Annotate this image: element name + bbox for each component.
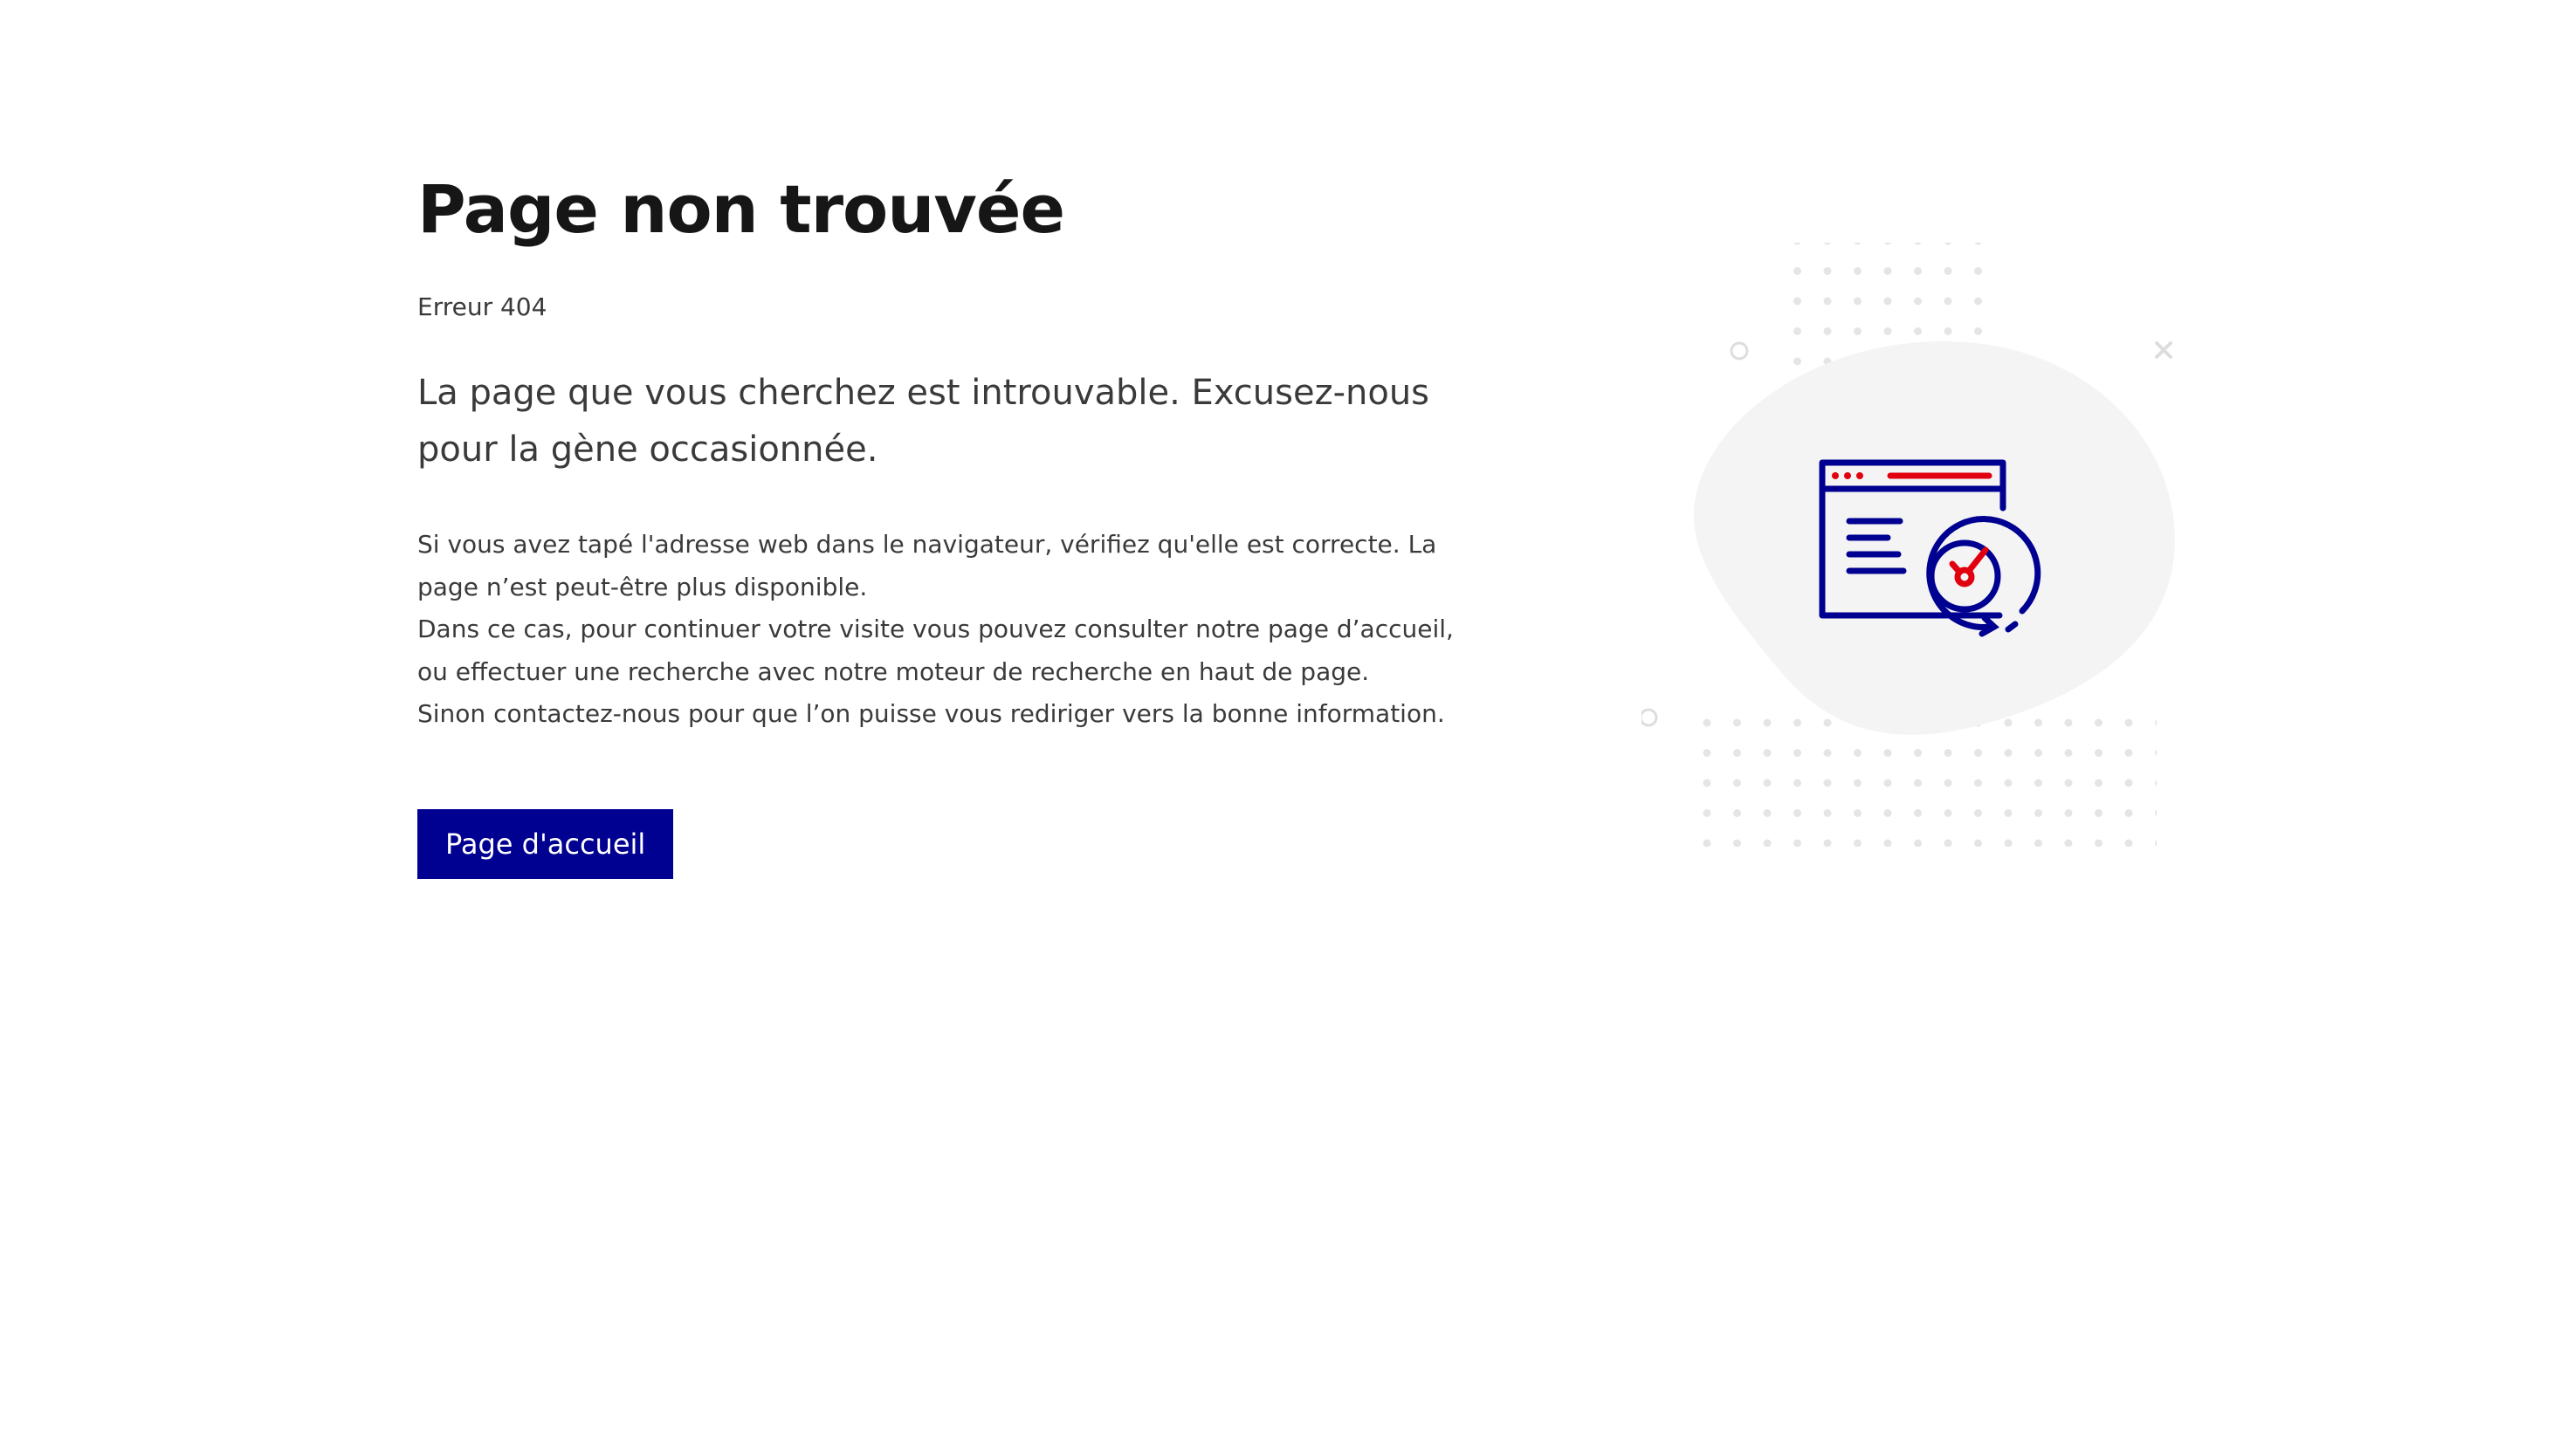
technical-error-illustration [1641, 236, 2200, 864]
body-text: Si vous avez tapé l'adresse web dans le … [417, 524, 1474, 736]
decor-circle [1730, 341, 1749, 361]
technical-error-icon [1641, 243, 2175, 847]
lead-text: La page que vous cherchez est introuvabl… [417, 373, 1430, 470]
decor-circle [1641, 708, 1658, 727]
page-title: Page non trouvée [417, 170, 1065, 248]
body-line: Si vous avez tapé l'adresse web dans le … [417, 530, 1437, 601]
browser-dots-icon [1832, 472, 1863, 479]
body-line: Sinon contactez-nous pour que l’on puiss… [417, 699, 1445, 728]
error-code: Erreur 404 [417, 292, 547, 321]
body-line: Dans ce cas, pour continuer votre visite… [417, 615, 1454, 686]
error-content: Page non trouvée Erreur 404 La page que … [417, 166, 1474, 879]
home-button[interactable]: Page d'accueil [417, 808, 674, 879]
blob-background [1694, 341, 2175, 735]
decor-cross [2155, 341, 2172, 359]
